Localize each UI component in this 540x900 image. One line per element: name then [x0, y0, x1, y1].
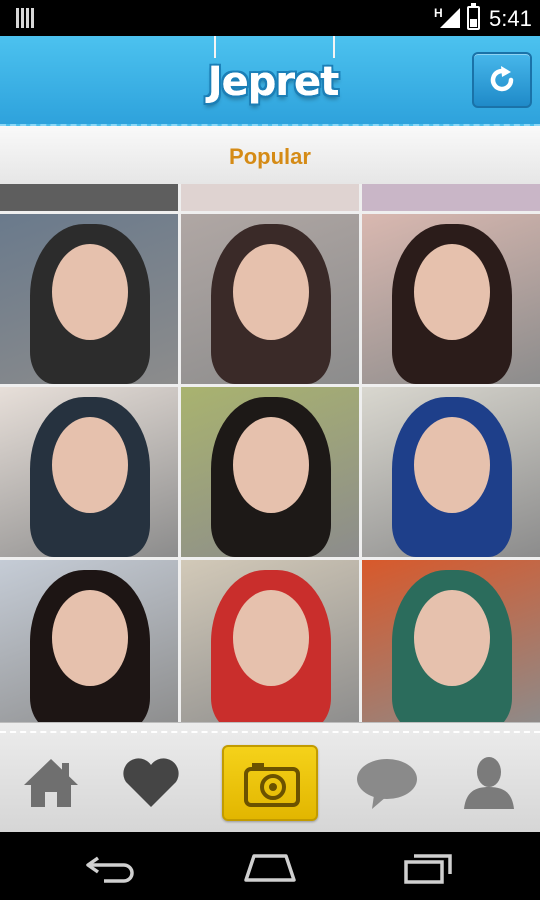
- photo-subject-face: [52, 244, 128, 340]
- photo-thumbnail[interactable]: [362, 387, 540, 557]
- photo-subject-face: [233, 417, 309, 513]
- photo-subject-face: [52, 590, 128, 686]
- status-bar: H 5:41: [0, 0, 540, 36]
- photo-subject-face: [233, 590, 309, 686]
- photo-subject-face: [233, 244, 309, 340]
- section-header: Popular: [0, 126, 540, 184]
- tab-camera[interactable]: [222, 745, 318, 821]
- refresh-icon: [490, 66, 514, 92]
- photo-subject-face: [414, 590, 490, 686]
- tab-home[interactable]: [16, 747, 86, 817]
- photo-thumbnail[interactable]: [181, 387, 359, 557]
- photo-subject-face: [52, 417, 128, 513]
- app-header: Jepret: [0, 36, 540, 126]
- app-logo: Jepret: [207, 59, 340, 105]
- photo-thumbnail[interactable]: [362, 184, 540, 211]
- photo-subject-face: [414, 244, 490, 340]
- photo-thumbnail[interactable]: [362, 214, 540, 384]
- recent-apps-button[interactable]: [400, 850, 460, 884]
- photo-thumbnail[interactable]: [0, 184, 178, 211]
- section-title: Popular: [229, 144, 311, 169]
- chat-bubble-icon: [357, 759, 417, 809]
- tab-messages[interactable]: [352, 747, 422, 817]
- photo-thumbnail[interactable]: [181, 560, 359, 722]
- photo-grid[interactable]: [0, 184, 540, 722]
- notification-icon: [16, 8, 34, 28]
- photo-thumbnail[interactable]: [181, 214, 359, 384]
- photo-thumbnail[interactable]: [181, 184, 359, 211]
- system-nav-bar: [0, 832, 540, 900]
- tab-profile[interactable]: [454, 747, 524, 817]
- signal-icon: [440, 8, 460, 28]
- heart-icon: [123, 758, 179, 807]
- home-icon: [24, 759, 78, 807]
- back-button[interactable]: [82, 850, 142, 884]
- bottom-tab-bar: [0, 722, 540, 832]
- tab-favorites[interactable]: [116, 747, 186, 817]
- refresh-button[interactable]: [472, 52, 532, 108]
- battery-icon: [467, 3, 480, 30]
- photo-thumbnail[interactable]: [362, 560, 540, 722]
- back-icon: [86, 856, 134, 883]
- photo-thumbnail[interactable]: [0, 560, 178, 722]
- photo-thumbnail[interactable]: [0, 387, 178, 557]
- photo-thumbnail[interactable]: [0, 214, 178, 384]
- clock: 5:41: [489, 6, 532, 31]
- home-nav-icon: [244, 854, 296, 882]
- user-icon: [464, 757, 514, 809]
- photo-subject-face: [414, 417, 490, 513]
- camera-icon: [244, 763, 300, 807]
- home-nav-button[interactable]: [240, 850, 300, 884]
- recent-apps-icon: [404, 854, 452, 884]
